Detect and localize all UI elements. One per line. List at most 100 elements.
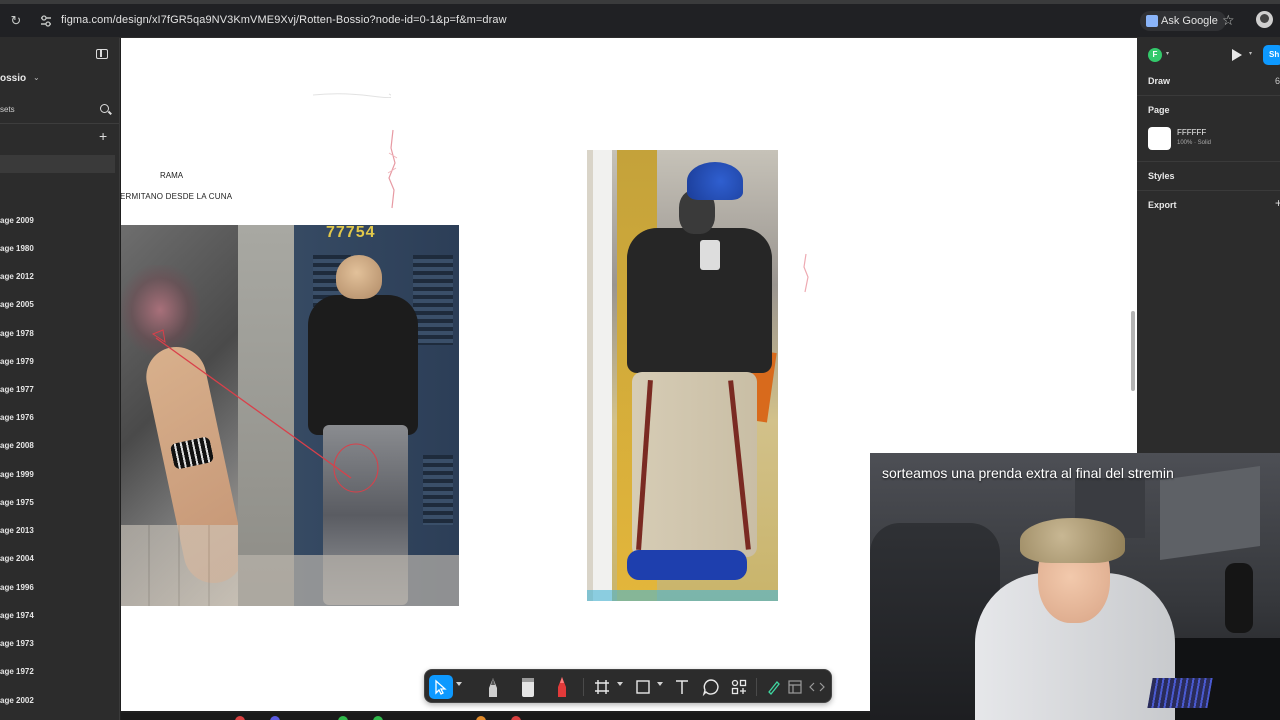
selected-page-row[interactable] [0, 155, 115, 173]
page-color-swatch[interactable] [1148, 127, 1171, 150]
door-vent [413, 255, 453, 345]
panel-divider [0, 123, 119, 124]
page-item[interactable]: age 1980 [0, 244, 34, 253]
user-avatar[interactable]: F [1148, 48, 1162, 62]
sidebar-toggle-icon[interactable] [96, 49, 108, 59]
page-item[interactable]: age 1974 [0, 611, 34, 620]
reload-icon[interactable]: ↻ [9, 14, 23, 28]
red-marker-scribble [803, 253, 809, 293]
microphone [1225, 563, 1253, 633]
page-item[interactable]: age 1996 [0, 583, 34, 592]
file-name[interactable]: ossio [0, 73, 26, 84]
faint-pencil-stroke [312, 93, 391, 98]
tab-strip [0, 0, 1280, 4]
page-section-title: Page [1148, 105, 1170, 115]
floor [587, 590, 778, 601]
assets-tab[interactable]: sets [0, 105, 15, 114]
stream-caption: sorteamos una prenda extra al final del … [882, 465, 1174, 481]
page-item[interactable]: age 2013 [0, 526, 34, 535]
add-page-icon[interactable]: + [99, 129, 107, 143]
ask-google-icon [1146, 15, 1158, 27]
page-item[interactable]: age 2008 [0, 441, 34, 450]
sidewalk [238, 555, 459, 606]
marker-tool-icon[interactable] [516, 675, 540, 699]
page-item[interactable]: age 1975 [0, 498, 34, 507]
chevron-down-icon[interactable] [657, 682, 663, 686]
layers-panel: ossio ⌄ sets + age 2009 age 1980 age 201… [0, 38, 120, 720]
zoom-level[interactable]: 6 [1275, 76, 1280, 86]
styles-section-title: Styles [1148, 171, 1175, 181]
properties-panel: F ▾ ▾ Sh Draw 6 Page FFFFFF 100% · Solid… [1137, 38, 1280, 453]
bookmark-star-icon[interactable]: ☆ [1222, 12, 1235, 28]
webcam-overlay: sorteamos una prenda extra al final del … [870, 453, 1280, 720]
page-item[interactable]: age 1976 [0, 413, 34, 422]
toolbar-divider [583, 678, 584, 696]
panel-divider [1137, 190, 1280, 191]
page-item[interactable]: age 2009 [0, 216, 34, 225]
blue-shoes [627, 550, 747, 580]
chevron-down-icon[interactable]: ▾ [1249, 50, 1252, 57]
blue-cap [687, 162, 743, 200]
export-section-title: Export [1148, 200, 1177, 210]
door-number: 77754 [326, 225, 376, 241]
taskbar-app-icon[interactable] [373, 716, 383, 720]
browser-top-bar: ↻ figma.com/design/xI7fGR5qa9NV3KmVME9Xv… [0, 0, 1280, 38]
ask-google-button[interactable]: Ask Google [1140, 11, 1226, 31]
move-tool-button[interactable] [429, 675, 453, 699]
search-icon[interactable] [100, 104, 109, 113]
page-item[interactable]: age 2012 [0, 272, 34, 281]
page-item[interactable]: age 2002 [0, 696, 34, 705]
page-item[interactable]: age 1999 [0, 470, 34, 479]
taskbar-app-icon[interactable] [270, 716, 280, 720]
highlighter-tool-icon[interactable] [550, 675, 574, 699]
rectangle-tool-icon[interactable] [631, 675, 655, 699]
cursor-icon [435, 679, 447, 695]
frame-tool-icon[interactable] [590, 675, 614, 699]
canvas-text-rama[interactable]: RAMA [160, 171, 183, 180]
chevron-down-icon[interactable] [456, 682, 462, 686]
dev-mode-icon[interactable] [805, 675, 829, 699]
taskbar [121, 713, 870, 720]
phone [700, 240, 720, 270]
page-item[interactable]: age 1979 [0, 357, 34, 366]
photo-mirror-selfie[interactable] [587, 150, 778, 601]
blonde-hair [336, 255, 382, 299]
browser-profile-avatar[interactable] [1256, 11, 1273, 28]
actions-tool-icon[interactable] [727, 675, 751, 699]
chevron-down-icon[interactable] [617, 682, 623, 686]
taskbar-app-icon[interactable] [476, 716, 486, 720]
page-item[interactable]: age 2005 [0, 300, 34, 309]
red-line-annotation [151, 329, 379, 493]
canvas-scrollbar[interactable] [1131, 311, 1135, 391]
design-mode-icon[interactable] [783, 675, 807, 699]
page-color-hex[interactable]: FFFFFF [1177, 128, 1206, 137]
comment-tool-icon[interactable] [699, 675, 723, 699]
page-item[interactable]: age 1978 [0, 329, 34, 338]
text-tool-icon[interactable] [670, 675, 694, 699]
page-item[interactable]: age 1977 [0, 385, 34, 394]
whiteboard [1160, 465, 1260, 561]
page-item[interactable]: age 1972 [0, 667, 34, 676]
rgb-keyboard [1147, 678, 1213, 708]
page-color-opacity: 100% · Solid [1177, 140, 1212, 146]
site-info-icon[interactable] [38, 13, 54, 29]
camo-cap [1020, 518, 1125, 563]
panel-divider [1137, 161, 1280, 162]
draw-toolbar [424, 669, 832, 703]
mode-label: Draw [1148, 76, 1171, 86]
page-item[interactable]: age 1973 [0, 639, 34, 648]
share-button[interactable]: Sh [1263, 45, 1280, 65]
taskbar-app-icon[interactable] [235, 716, 245, 720]
address-bar[interactable]: figma.com/design/xI7fGR5qa9NV3KmVME9Xvj/… [61, 14, 507, 26]
add-export-icon[interactable]: + [1275, 196, 1280, 210]
pen-tool-icon[interactable] [481, 675, 505, 699]
ask-google-label: Ask Google [1161, 15, 1218, 27]
chevron-down-icon[interactable]: ▾ [1166, 50, 1169, 57]
chevron-down-icon[interactable]: ⌄ [33, 73, 40, 82]
door-vent [423, 455, 453, 525]
taskbar-app-icon[interactable] [338, 716, 348, 720]
taskbar-app-icon[interactable] [511, 716, 521, 720]
canvas-text-subtitle[interactable]: ERMITANO DESDE LA CUNA [121, 192, 232, 201]
present-play-icon[interactable] [1232, 49, 1242, 61]
page-item[interactable]: age 2004 [0, 554, 34, 563]
